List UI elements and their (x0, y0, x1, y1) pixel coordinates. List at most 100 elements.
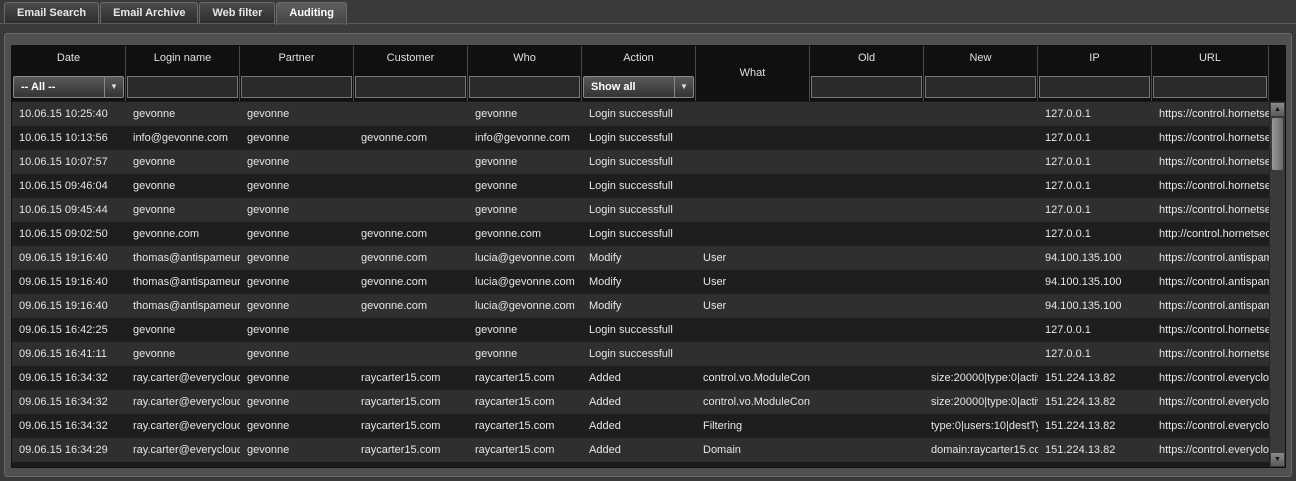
column-header-who[interactable]: Who (468, 46, 582, 101)
cell-url: https://control.antispameurope.com (1159, 276, 1269, 288)
who-filter-input[interactable] (469, 76, 580, 98)
column-header-login[interactable]: Login name (126, 46, 240, 101)
column-title-ip: IP (1089, 52, 1100, 64)
cell-url: https://control.hornetsecurity.com (1159, 324, 1269, 336)
column-header-url[interactable]: URL (1152, 46, 1269, 101)
column-title-new: New (969, 52, 992, 64)
column-header-old[interactable]: Old (810, 46, 924, 101)
cell-new: size:20000|type:0|active:1 (931, 372, 1038, 384)
cell-new (924, 198, 1038, 222)
cell-action: Modify (589, 300, 622, 312)
cell-login: thomas@antispameurope.com (133, 276, 240, 288)
chevron-down-icon[interactable]: ▼ (104, 77, 123, 97)
cell-what (696, 198, 810, 222)
cell-old (810, 126, 924, 150)
grid-header: Date -- All -- ▼ Login name Partner Customer W… (12, 46, 1285, 101)
cell-action: Added (589, 372, 621, 384)
cell-ip: 127.0.0.1 (1045, 324, 1091, 336)
action-filter-select[interactable]: Show all ▼ (583, 76, 694, 98)
table-row[interactable]: 09.06.15 19:16:40 thomas@antispameurope.c… (12, 270, 1269, 294)
cell-login: gevonne (133, 108, 176, 120)
cell-who: gevonne (475, 180, 518, 192)
table-row[interactable]: 09.06.15 19:16:40 thomas@antispameurope.c… (12, 294, 1269, 318)
cell-action: Modify (589, 276, 622, 288)
ip-filter-input[interactable] (1039, 76, 1150, 98)
scroll-thumb[interactable] (1272, 118, 1283, 170)
cell-old (810, 390, 924, 414)
arrow-up-icon[interactable]: ▲ (1271, 103, 1284, 116)
column-header-action[interactable]: Action Show all ▼ (582, 46, 696, 101)
cell-action: Login successfull (589, 156, 673, 168)
table-row[interactable]: 09.06.15 16:41:11 gevonne gevonne gevonne Lo… (12, 342, 1269, 366)
cell-customer: gevonne.com (361, 252, 428, 264)
tab-email-search[interactable]: Email Search (4, 2, 100, 23)
chevron-down-icon[interactable]: ▼ (674, 77, 693, 97)
cell-date: 09.06.15 19:16:40 (19, 252, 108, 264)
table-row[interactable]: 10.06.15 10:25:40 gevonne gevonne gevonne Lo… (12, 102, 1269, 126)
cell-customer (354, 150, 468, 174)
column-header-date[interactable]: Date -- All -- ▼ (12, 46, 126, 101)
table-row[interactable]: 09.06.15 16:34:32 ray.carter@everycloud.c… (12, 366, 1269, 390)
partner-filter-input[interactable] (241, 76, 352, 98)
column-header-customer[interactable]: Customer (354, 46, 468, 101)
cell-what: Filtering (703, 420, 743, 432)
tab-web-filter[interactable]: Web filter (199, 2, 276, 23)
cell-url: https://control.everycloud.com (1159, 444, 1269, 456)
cell-partner: gevonne (247, 300, 290, 312)
column-header-new[interactable]: New (924, 46, 1038, 101)
new-filter-input[interactable] (925, 76, 1036, 98)
table-row[interactable]: 10.06.15 09:45:44 gevonne gevonne gevonne Lo… (12, 198, 1269, 222)
cell-date: 09.06.15 16:34:32 (19, 420, 108, 432)
column-title-action: Action (623, 52, 654, 64)
url-filter-input[interactable] (1153, 76, 1267, 98)
date-filter-select[interactable]: -- All -- ▼ (13, 76, 124, 98)
cell-customer: gevonne.com (361, 132, 428, 144)
cell-action: Added (589, 420, 621, 432)
cell-ip: 94.100.135.100 (1045, 276, 1122, 288)
cell-ip: 151.224.13.82 (1045, 396, 1116, 408)
table-row[interactable]: 09.06.15 16:34:29 ray.carter@everycloud.c… (12, 438, 1269, 462)
old-filter-input[interactable] (811, 76, 922, 98)
column-header-partner[interactable]: Partner (240, 46, 354, 101)
tab-auditing[interactable]: Auditing (276, 2, 347, 25)
cell-partner: gevonne (247, 420, 290, 432)
column-header-what[interactable]: What (696, 46, 810, 101)
cell-new (924, 222, 1038, 246)
cell-customer (354, 318, 468, 342)
table-row[interactable]: 09.06.15 16:34:32 ray.carter@everycloud.c… (12, 414, 1269, 438)
table-row[interactable]: 10.06.15 09:02:50 gevonne.com gevonne gevon… (12, 222, 1269, 246)
table-row[interactable]: 09.06.15 19:16:40 thomas@antispameurope.c… (12, 246, 1269, 270)
table-row[interactable]: 10.06.15 10:07:57 gevonne gevonne gevonne Lo… (12, 150, 1269, 174)
cell-new (924, 294, 1038, 318)
table-row[interactable]: 09.06.15 16:42:25 gevonne gevonne gevonne Lo… (12, 318, 1269, 342)
vertical-scrollbar[interactable]: ▲ ▼ (1269, 102, 1285, 467)
cell-date: 10.06.15 09:46:04 (19, 180, 108, 192)
cell-url: https://control.hornetsecurity.com (1159, 108, 1269, 120)
arrow-down-icon[interactable]: ▼ (1271, 453, 1284, 466)
cell-login: thomas@antispameurope.com (133, 300, 240, 312)
cell-date: 10.06.15 10:07:57 (19, 156, 108, 168)
cell-customer: raycarter15.com (361, 396, 441, 408)
table-row[interactable]: 09.06.15 16:34:32 ray.carter@everycloud.c… (12, 390, 1269, 414)
tab-email-archive[interactable]: Email Archive (100, 2, 199, 23)
cell-customer (354, 174, 468, 198)
column-header-ip[interactable]: IP (1038, 46, 1152, 101)
cell-new (924, 342, 1038, 366)
cell-action: Added (589, 444, 621, 456)
cell-old (810, 246, 924, 270)
cell-new (924, 150, 1038, 174)
cell-partner: gevonne (247, 204, 290, 216)
cell-partner: gevonne (247, 108, 290, 120)
cell-date: 09.06.15 19:16:40 (19, 276, 108, 288)
table-row[interactable]: 10.06.15 09:46:04 gevonne gevonne gevonne Lo… (12, 174, 1269, 198)
cell-what: User (703, 252, 727, 264)
cell-url: https://control.hornetsecurity.com (1159, 180, 1269, 192)
cell-new (924, 270, 1038, 294)
cell-old (810, 438, 924, 462)
table-row[interactable]: 10.06.15 10:13:56 info@gevonne.com gevonne… (12, 126, 1269, 150)
customer-filter-input[interactable] (355, 76, 466, 98)
cell-customer (354, 102, 468, 126)
login-filter-input[interactable] (127, 76, 238, 98)
cell-what (696, 342, 810, 366)
cell-date: 09.06.15 16:34:32 (19, 396, 108, 408)
